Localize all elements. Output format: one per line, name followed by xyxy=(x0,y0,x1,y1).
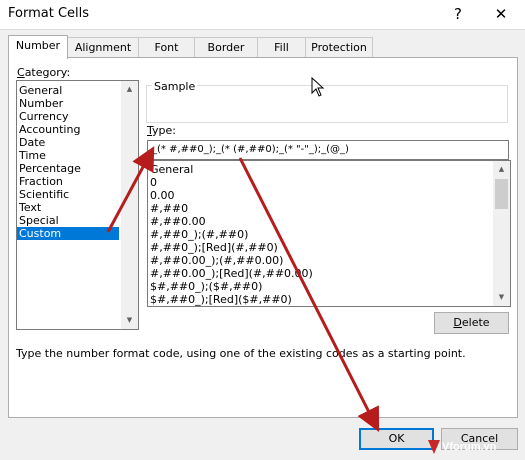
delete-button[interactable]: Delete xyxy=(434,312,509,334)
type-option[interactable]: General xyxy=(150,163,193,176)
tab-border[interactable]: Border xyxy=(194,37,258,58)
tab-protection[interactable]: Protection xyxy=(305,37,373,58)
scroll-thumb[interactable] xyxy=(495,179,508,209)
category-item-accounting[interactable]: Accounting xyxy=(19,123,80,136)
type-option[interactable]: $#,##0_);[Red]($#,##0) xyxy=(150,293,292,306)
type-option[interactable]: $#,##0_);($#,##0) xyxy=(150,280,262,293)
type-option[interactable]: 0.00 xyxy=(150,189,175,202)
category-label: Category: xyxy=(17,66,71,79)
category-item-general[interactable]: General xyxy=(19,84,62,97)
watermark-text: Vforum.vn xyxy=(442,441,497,453)
tab-font[interactable]: Font xyxy=(138,37,195,58)
mouse-cursor-icon xyxy=(311,77,325,97)
tab-number[interactable]: Number xyxy=(8,35,68,59)
category-item-number[interactable]: Number xyxy=(19,97,63,110)
type-option[interactable]: #,##0_);(#,##0) xyxy=(150,228,248,241)
category-scrollbar[interactable]: ▲ ▼ xyxy=(121,81,138,329)
tab-fill[interactable]: Fill xyxy=(257,37,306,58)
type-option[interactable]: #,##0 xyxy=(150,202,188,215)
category-item-scientific[interactable]: Scientific xyxy=(19,188,69,201)
category-item-fraction[interactable]: Fraction xyxy=(19,175,63,188)
category-item-date[interactable]: Date xyxy=(19,136,45,149)
ok-button[interactable]: OK xyxy=(359,428,434,450)
sample-group xyxy=(146,85,508,123)
sample-label: Sample xyxy=(152,80,198,93)
type-option[interactable]: #,##0.00_);[Red](#,##0.00) xyxy=(150,267,313,280)
tab-alignment[interactable]: Alignment xyxy=(67,37,139,58)
hint-text: Type the number format code, using one o… xyxy=(16,347,466,360)
type-input[interactable]: _(* #,##0_);_(* (#,##0);_(* "-"_);_(@_) xyxy=(147,140,509,160)
vforum-logo-icon xyxy=(428,440,440,454)
type-option[interactable]: #,##0.00_);(#,##0.00) xyxy=(150,254,283,267)
type-option[interactable]: #,##0.00 xyxy=(150,215,206,228)
type-option[interactable]: 0 xyxy=(150,176,157,189)
scroll-up-icon[interactable]: ▲ xyxy=(493,161,510,178)
category-item-custom[interactable]: Custom xyxy=(17,227,119,240)
category-item-time[interactable]: Time xyxy=(19,149,46,162)
category-item-text[interactable]: Text xyxy=(19,201,41,214)
title-bar: Format Cells ? ✕ xyxy=(0,0,525,30)
tab-strip: Number Alignment Font Border Fill Protec… xyxy=(8,35,516,59)
scroll-up-icon[interactable]: ▲ xyxy=(121,81,138,98)
type-option[interactable]: #,##0_);[Red](#,##0) xyxy=(150,241,278,254)
category-item-percentage[interactable]: Percentage xyxy=(19,162,81,175)
type-scrollbar[interactable]: ▲ ▼ xyxy=(493,161,510,306)
scroll-down-icon[interactable]: ▼ xyxy=(493,289,510,306)
type-listbox[interactable]: General 0 0.00 #,##0 #,##0.00 #,##0_);(#… xyxy=(147,160,511,307)
scroll-down-icon[interactable]: ▼ xyxy=(121,312,138,329)
category-item-special[interactable]: Special xyxy=(19,214,59,227)
type-label: Type: xyxy=(147,124,176,137)
help-button[interactable]: ? xyxy=(447,4,469,24)
category-listbox[interactable]: General Number Currency Accounting Date … xyxy=(16,80,139,330)
close-button[interactable]: ✕ xyxy=(490,4,512,24)
category-item-currency[interactable]: Currency xyxy=(19,110,69,123)
window-title: Format Cells xyxy=(8,6,90,21)
